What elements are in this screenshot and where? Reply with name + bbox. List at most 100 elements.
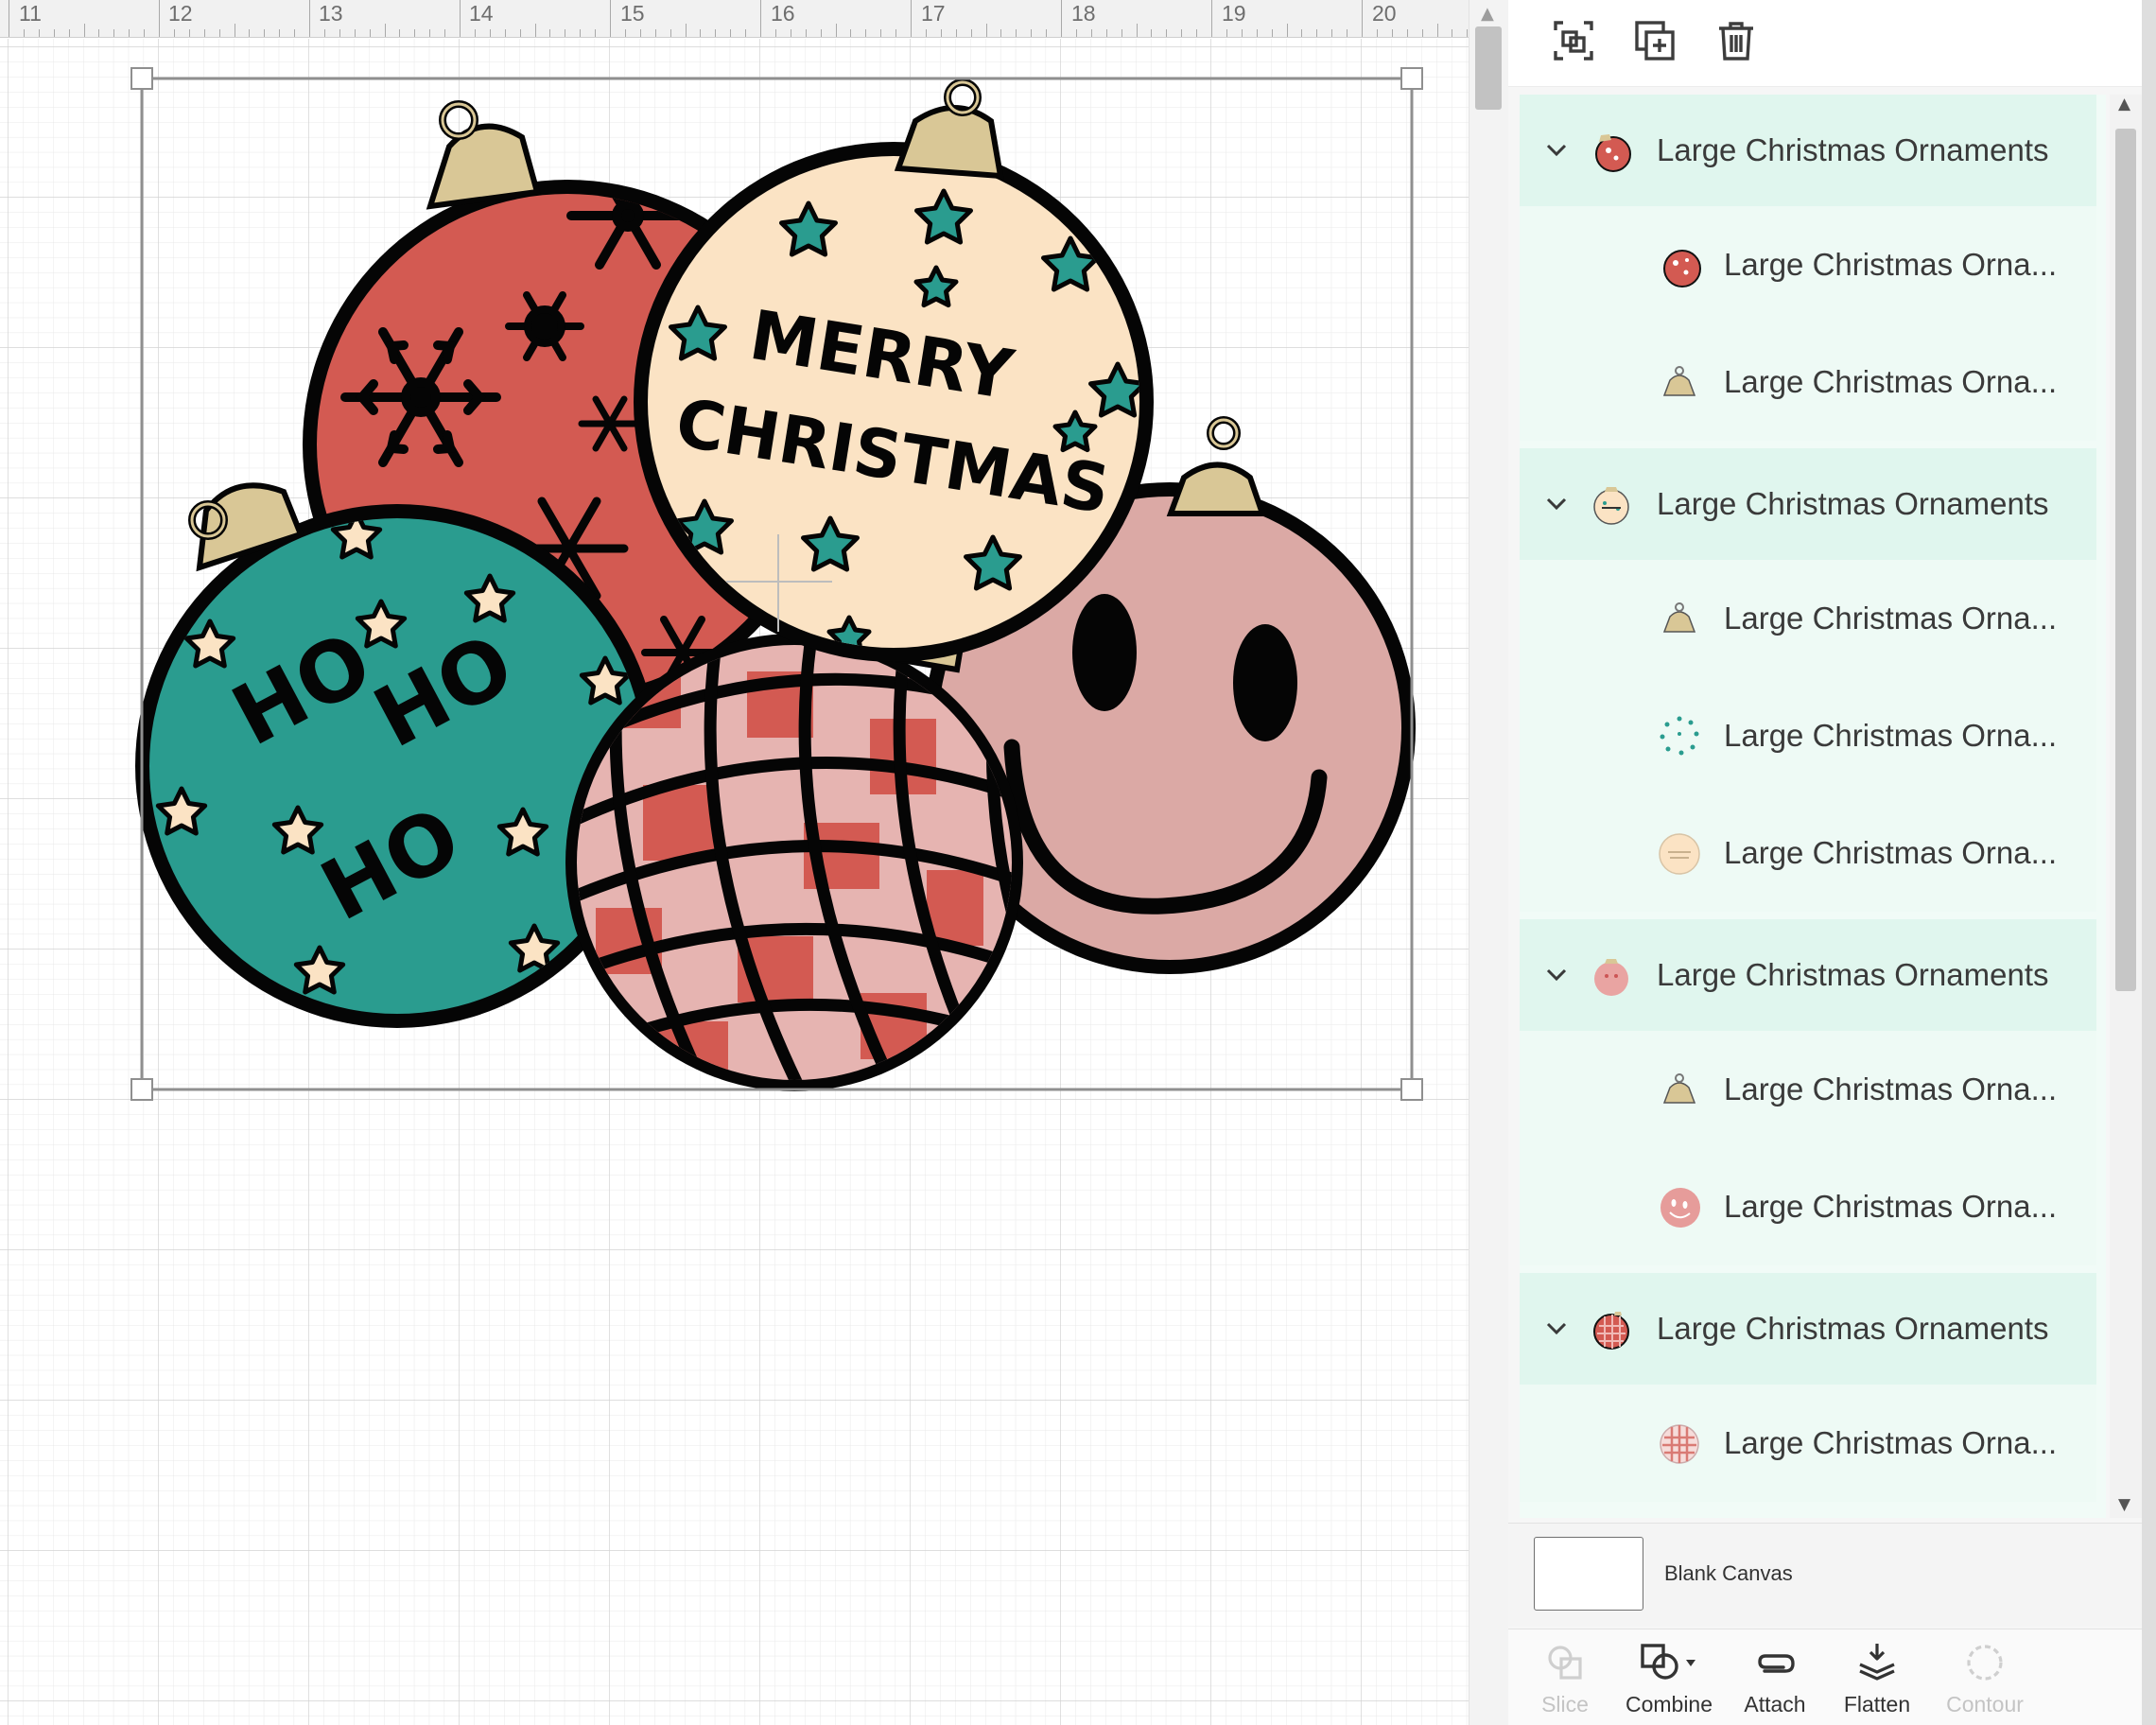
- duplicate-button[interactable]: [1629, 15, 1680, 66]
- layer-group-row[interactable]: Large Christmas Ornaments: [1520, 95, 2096, 206]
- ruler-tick: [850, 29, 852, 37]
- scroll-thumb[interactable]: [2115, 129, 2136, 991]
- ruler-tick: [534, 24, 536, 37]
- layer-group-row[interactable]: Large Christmas Ornaments: [1520, 448, 2096, 560]
- ruler-tick: [610, 0, 611, 37]
- ruler-tick: [399, 29, 401, 37]
- layer-child-row[interactable]: Large Christmas Orna...: [1520, 323, 2096, 441]
- ruler-tick: [595, 29, 597, 37]
- layer-child-row[interactable]: Large Christmas Orna...: [1520, 206, 2096, 323]
- ruler-tick: [1241, 29, 1243, 37]
- ruler-tick: [188, 29, 190, 37]
- layer-group-label: Large Christmas Ornaments: [1657, 132, 2049, 167]
- layer-group-row[interactable]: Large Christmas Ornaments: [1520, 919, 2096, 1031]
- flatten-label: Flatten: [1843, 1692, 1911, 1716]
- ruler-tick: [519, 29, 521, 37]
- ruler-label: 15: [620, 1, 645, 26]
- layer-group-row[interactable]: Large Christmas Ornaments: [1520, 1273, 2096, 1385]
- ruler-tick: [203, 29, 205, 37]
- ruler-tick: [129, 29, 130, 37]
- layer-child-row[interactable]: Large Christmas Orna...: [1520, 677, 2096, 794]
- ruler-tick: [730, 29, 732, 37]
- ruler-tick: [985, 24, 987, 37]
- ruler-tick: [1286, 24, 1288, 37]
- flatten-button[interactable]: Flatten: [1820, 1635, 1934, 1720]
- attach-label: Attach: [1744, 1692, 1806, 1716]
- ruler-tick: [1105, 29, 1107, 37]
- bell-cap-thumbnail: [1662, 1073, 1696, 1104]
- ruler-tick: [144, 29, 146, 37]
- layer-child-label: Large Christmas Orna...: [1724, 1072, 2058, 1106]
- ruler-tick: [1256, 29, 1258, 37]
- ruler-tick: [880, 29, 882, 37]
- resize-handle[interactable]: [1400, 67, 1423, 90]
- blank-canvas-swatch[interactable]: [1534, 1537, 1643, 1611]
- ruler-label: 16: [771, 1, 795, 26]
- ruler-tick: [1181, 29, 1183, 37]
- ruler-tick: [38, 29, 40, 37]
- blank-canvas-row[interactable]: Blank Canvas: [1508, 1523, 2142, 1627]
- ruler-tick: [805, 29, 807, 37]
- layer-child-row[interactable]: Large Christmas Orna...: [1520, 1385, 2096, 1502]
- combine-label: Combine: [1625, 1692, 1713, 1716]
- ruler-tick: [1436, 24, 1438, 37]
- chevron-down-icon[interactable]: [1542, 490, 1571, 518]
- chevron-down-icon[interactable]: [1542, 1315, 1571, 1343]
- group-button[interactable]: [1548, 15, 1599, 66]
- layer-child-label: Large Christmas Orna...: [1724, 1189, 2058, 1224]
- layer-list[interactable]: Large Christmas Ornaments Large Christma…: [1520, 95, 2106, 1518]
- scroll-thumb[interactable]: [1475, 26, 1502, 110]
- delete-button[interactable]: [1711, 15, 1762, 66]
- scroll-down-icon[interactable]: ▼: [2118, 1495, 2130, 1514]
- layer-child-label: Large Christmas Orna...: [1724, 601, 2058, 636]
- layer-child-label: Large Christmas Orna...: [1724, 1425, 2058, 1460]
- ruler-tick: [113, 29, 115, 37]
- scroll-up-icon[interactable]: ▲: [2118, 95, 2130, 113]
- layer-group-label: Large Christmas Ornaments: [1657, 486, 2049, 521]
- ruler-tick: [774, 29, 776, 37]
- ruler-label: 14: [469, 1, 494, 26]
- resize-handle[interactable]: [130, 67, 153, 90]
- canvas-vertical-scrollbar[interactable]: ▲: [1469, 0, 1508, 1725]
- canvas-grid[interactable]: HO HO HO MERRY CHRISTMAS: [0, 39, 1469, 1725]
- design-canvas[interactable]: 11 12 13 14 15 16 17 18 19 20 HO HO HO M…: [0, 0, 1469, 1725]
- ruler-tick: [1166, 29, 1168, 37]
- caret-down-icon: [1686, 1660, 1695, 1666]
- layer-child-row[interactable]: Large Christmas Orna...: [1520, 1031, 2096, 1148]
- layer-actions-bar: Slice Combine Attach Flatten Contour: [1508, 1629, 2142, 1725]
- layer-child-row[interactable]: Large Christmas Orna...: [1520, 1148, 2096, 1265]
- scroll-up-icon[interactable]: ▲: [1481, 4, 1494, 24]
- resize-handle[interactable]: [130, 1078, 153, 1101]
- layers-scrollbar[interactable]: ▲ ▼: [2110, 95, 2142, 1518]
- layers-panel: Large Christmas Ornaments Large Christma…: [1508, 0, 2142, 1725]
- ruler-tick: [940, 29, 942, 37]
- ruler-tick: [1316, 29, 1318, 37]
- ruler-label: 13: [319, 1, 343, 26]
- ruler-label: 19: [1222, 1, 1246, 26]
- resize-handle[interactable]: [1400, 1078, 1423, 1101]
- slice-button[interactable]: Slice: [1508, 1635, 1622, 1720]
- attach-button[interactable]: Attach: [1718, 1635, 1832, 1720]
- blank-canvas-label: Blank Canvas: [1664, 1561, 1793, 1585]
- ruler-tick: [700, 29, 702, 37]
- ruler-tick: [865, 29, 867, 37]
- ruler-tick: [429, 29, 431, 37]
- red-snowflake-thumbnail: [1663, 250, 1701, 288]
- chevron-down-icon[interactable]: [1542, 136, 1571, 165]
- plaid-thumbnail: [1660, 1424, 1699, 1464]
- layer-group-label: Large Christmas Ornaments: [1657, 957, 2049, 992]
- layer-child-row[interactable]: Large Christmas Orna...: [1520, 560, 2096, 677]
- chevron-down-icon[interactable]: [1542, 961, 1571, 989]
- ruler-tick: [1031, 29, 1033, 37]
- ruler-tick: [474, 29, 476, 37]
- contour-button[interactable]: Contour: [1928, 1635, 2042, 1720]
- ruler-tick: [369, 29, 371, 37]
- ruler-tick: [1136, 24, 1138, 37]
- ruler-tick: [549, 29, 551, 37]
- duplicate-icon: [1635, 21, 1675, 61]
- combine-button[interactable]: Combine: [1612, 1635, 1726, 1720]
- layer-child-row[interactable]: Large Christmas Orna...: [1520, 794, 2096, 912]
- bell-cap-thumbnail: [1662, 602, 1696, 633]
- ruler-tick: [98, 29, 100, 37]
- ruler-tick: [444, 29, 446, 37]
